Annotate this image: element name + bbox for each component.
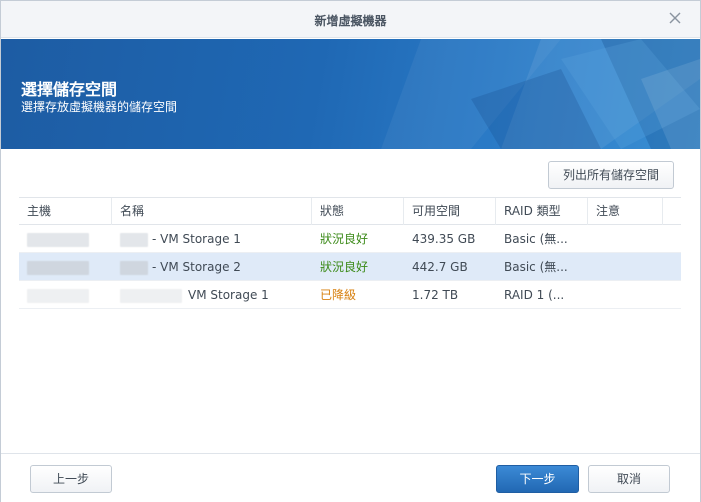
raid-type-cell: Basic (無... bbox=[504, 260, 568, 274]
free-space-cell: 439.35 GB bbox=[412, 232, 476, 246]
redacted-name-prefix bbox=[120, 288, 182, 303]
next-button[interactable]: 下一步 bbox=[496, 465, 579, 493]
host-cell bbox=[19, 225, 112, 253]
host-cell bbox=[19, 253, 112, 281]
free-space-cell: 442.7 GB bbox=[412, 260, 468, 274]
redacted-name-prefix bbox=[120, 260, 148, 275]
column-header-free-space[interactable]: 可用空間 bbox=[404, 198, 496, 225]
redacted-host bbox=[27, 260, 89, 275]
dialog-window: 新增虛擬機器 選擇儲存空間 選擇存放虛擬機器的儲存空間 列出所有儲存空間 主機 … bbox=[0, 0, 701, 502]
column-header-raid-type[interactable]: RAID 類型 bbox=[496, 198, 588, 225]
redacted-host bbox=[27, 288, 89, 303]
cancel-button[interactable]: 取消 bbox=[588, 465, 670, 493]
column-header-note[interactable]: 注意 bbox=[588, 198, 663, 225]
status-cell: 狀況良好 bbox=[320, 232, 369, 246]
status-cell: 狀況良好 bbox=[320, 260, 369, 274]
column-header-status[interactable]: 狀態 bbox=[312, 198, 404, 225]
header-banner: 選擇儲存空間 選擇存放虛擬機器的儲存空間 bbox=[1, 39, 700, 149]
raid-type-cell: Basic (無... bbox=[504, 232, 568, 246]
storage-name: - VM Storage 2 bbox=[152, 260, 241, 274]
host-cell bbox=[19, 281, 112, 309]
banner-heading: 選擇儲存空間 bbox=[21, 80, 118, 99]
column-header-name[interactable]: 名稱 bbox=[112, 198, 312, 225]
note-cell bbox=[588, 281, 663, 309]
storage-name: VM Storage 1 bbox=[188, 288, 269, 302]
storage-name: - VM Storage 1 bbox=[152, 232, 241, 246]
list-all-storage-button[interactable]: 列出所有儲存空間 bbox=[548, 161, 674, 189]
storage-table: 主機 名稱 狀態 可用空間 RAID 類型 注意 - VM Storage 1 … bbox=[19, 197, 681, 309]
note-cell bbox=[588, 225, 663, 253]
note-cell bbox=[588, 253, 663, 281]
name-cell: - VM Storage 1 bbox=[112, 225, 312, 253]
window-title: 新增虛擬機器 bbox=[314, 14, 387, 28]
status-cell: 已降級 bbox=[320, 288, 357, 302]
redacted-host bbox=[27, 232, 89, 247]
table-row[interactable]: - VM Storage 2 狀況良好 442.7 GB Basic (無... bbox=[19, 253, 681, 281]
name-cell: VM Storage 1 bbox=[112, 281, 312, 309]
raid-type-cell: RAID 1 (... bbox=[504, 288, 565, 302]
back-button[interactable]: 上一步 bbox=[30, 465, 112, 493]
dialog-footer: 上一步 下一步 取消 bbox=[1, 453, 700, 502]
name-cell: - VM Storage 2 bbox=[112, 253, 312, 281]
free-space-cell: 1.72 TB bbox=[412, 288, 459, 302]
table-header: 主機 名稱 狀態 可用空間 RAID 類型 注意 bbox=[19, 197, 681, 225]
table-row[interactable]: VM Storage 1 已降級 1.72 TB RAID 1 (... bbox=[19, 281, 681, 309]
redacted-name-prefix bbox=[120, 232, 148, 247]
table-row[interactable]: - VM Storage 1 狀況良好 439.35 GB Basic (無..… bbox=[19, 225, 681, 253]
column-header-host[interactable]: 主機 bbox=[19, 198, 112, 225]
close-icon[interactable] bbox=[666, 9, 684, 27]
title-bar: 新增虛擬機器 bbox=[1, 1, 700, 38]
banner-subheading: 選擇存放虛擬機器的儲存空間 bbox=[21, 100, 178, 114]
